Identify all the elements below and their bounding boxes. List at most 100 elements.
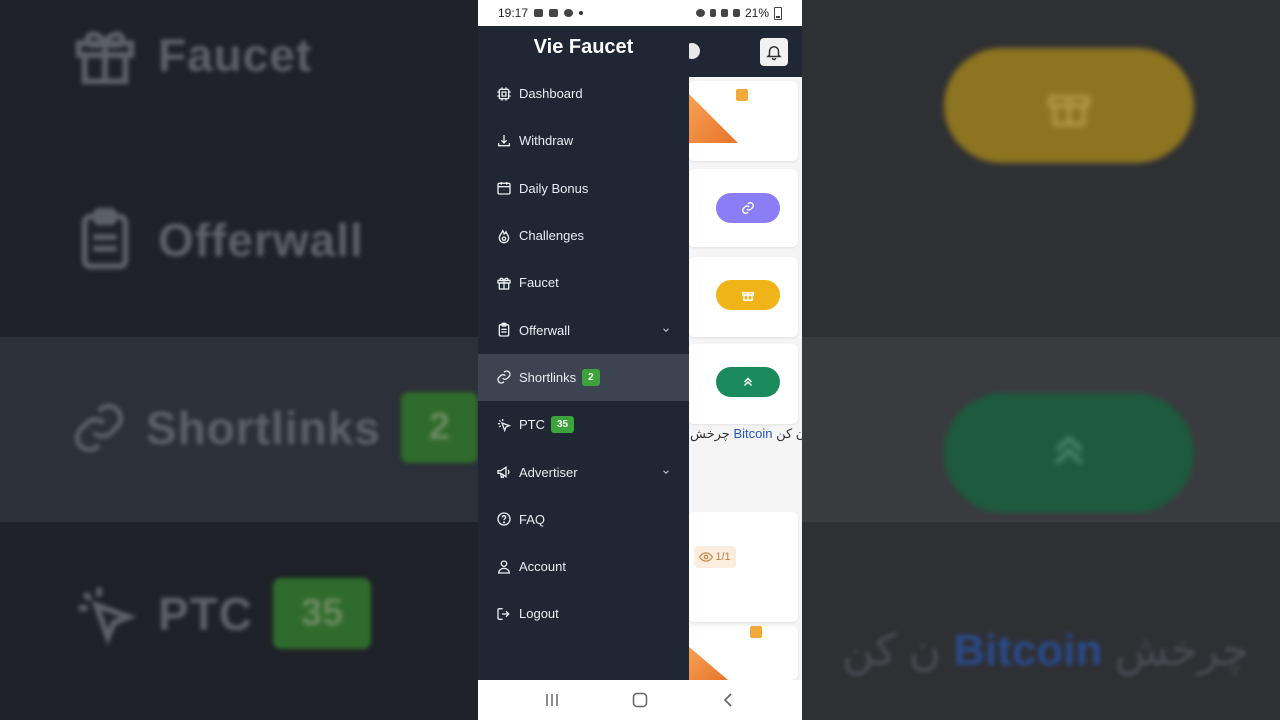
menu-item-withdraw[interactable]: Withdraw <box>478 117 689 164</box>
clipboard-icon <box>496 322 512 338</box>
home-button[interactable] <box>620 680 660 720</box>
drawer-menu: Dashboard Withdraw Daily Bonus Challenge… <box>478 70 689 638</box>
gift-icon <box>742 291 754 301</box>
banner-graphic <box>688 93 738 143</box>
menu-item-label: PTC <box>519 417 545 433</box>
cursor-click-icon <box>78 587 137 646</box>
clipboard-icon <box>81 207 129 270</box>
chevron-down-icon <box>663 470 669 475</box>
menu-item-faucet[interactable]: Faucet <box>478 259 689 306</box>
back-icon <box>723 693 732 707</box>
background-badge: 2 <box>400 392 478 463</box>
count-badge: 2 <box>582 368 600 386</box>
home-icon <box>632 692 648 708</box>
banner-flag-icon <box>750 626 762 638</box>
cursor-click-icon <box>496 417 512 433</box>
views-badge: 1/1 <box>694 546 736 568</box>
background-row-ptc: PTC 35 <box>0 578 478 649</box>
menu-item-shortlinks[interactable]: Shortlinks 2 <box>478 353 689 402</box>
background-label: Offerwall <box>158 214 364 266</box>
background-label: Shortlinks <box>145 401 381 454</box>
banner-card <box>688 81 798 161</box>
menu-item-label: Faucet <box>519 275 559 291</box>
fire-icon <box>496 228 512 244</box>
ptc-go-button[interactable] <box>716 367 780 397</box>
notifications-button[interactable] <box>760 38 788 66</box>
gift-icon <box>75 31 135 85</box>
shortlinks-go-button[interactable] <box>716 193 780 223</box>
signal-icon <box>732 9 740 17</box>
back-button[interactable] <box>708 680 748 720</box>
menu-item-label: Advertiser <box>519 464 578 480</box>
menu-item-label: Daily Bonus <box>519 180 589 196</box>
megaphone-icon <box>496 464 512 480</box>
recent-apps-icon <box>546 694 558 706</box>
status-bar: 19:17 21% <box>478 0 802 26</box>
menu-item-ptc[interactable]: PTC 35 <box>478 401 689 448</box>
background-ptc-pill <box>944 393 1194 513</box>
link-icon <box>742 202 754 214</box>
bitcoin-link[interactable]: Bitcoin <box>733 426 772 441</box>
wifi-icon <box>709 9 716 17</box>
background-right-text: ن کن Bitcoin چرخش <box>842 626 1250 675</box>
phone-screen: 19:17 21% چرخش Bitcoin ن کن 1/1 Vie Fauc… <box>478 0 802 720</box>
calendar-icon <box>496 180 512 196</box>
alarm-icon <box>695 9 705 17</box>
chevron-down-icon <box>663 328 669 333</box>
question-icon <box>496 511 512 527</box>
menu-item-faq[interactable]: FAQ <box>478 496 689 543</box>
battery-icon <box>774 6 782 20</box>
menu-item-advertiser[interactable]: Advertiser <box>478 448 689 495</box>
menu-item-logout[interactable]: Logout <box>478 590 689 637</box>
menu-item-label: Offerwall <box>519 322 571 338</box>
background-row-shortlinks: Shortlinks 2 <box>0 392 478 463</box>
chevrons-up-icon <box>743 377 753 387</box>
background-left: Faucet Offerwall Shortlinks 2 PTC 35 <box>0 0 478 720</box>
gift-icon <box>1048 95 1090 127</box>
status-time: 19:17 <box>498 6 529 20</box>
navigation-drawer: Vie Faucet Dashboard Withdraw Daily Bonu… <box>478 26 689 680</box>
battery-percent: 21% <box>744 6 769 20</box>
banner-graphic <box>688 646 728 680</box>
banner-flag-icon <box>736 89 748 101</box>
menu-item-label: Withdraw <box>519 133 574 149</box>
menu-item-label: Dashboard <box>519 86 583 102</box>
faucet-go-button[interactable] <box>716 280 780 310</box>
menu-item-label: Shortlinks <box>519 369 577 385</box>
background-label: PTC <box>158 587 253 640</box>
background-gift-pill <box>944 48 1194 163</box>
faucet-description-text: چرخش Bitcoin ن کن <box>690 426 802 441</box>
menu-item-label: Challenges <box>519 228 585 244</box>
download-icon <box>496 133 512 149</box>
bottom-banner-card <box>688 626 798 680</box>
gift-icon <box>496 275 512 291</box>
eye-icon <box>699 552 714 562</box>
brand-title: Vie Faucet <box>533 36 634 58</box>
menu-item-label: Logout <box>519 606 559 622</box>
logout-icon <box>496 606 512 622</box>
video-icon <box>534 9 544 17</box>
background-right: ن کن Bitcoin چرخش <box>802 0 1280 720</box>
user-icon <box>496 559 512 575</box>
menu-item-label: FAQ <box>519 511 546 527</box>
menu-item-challenges[interactable]: Challenges <box>478 212 689 259</box>
recent-apps-button[interactable] <box>532 680 572 720</box>
app-icon <box>564 9 574 17</box>
menu-item-account[interactable]: Account <box>478 543 689 590</box>
menu-item-daily-bonus[interactable]: Daily Bonus <box>478 165 689 212</box>
system-navigation-bar <box>478 680 802 720</box>
count-badge: 35 <box>551 416 575 434</box>
notification-dot-icon <box>579 11 584 15</box>
chip-icon <box>496 86 512 102</box>
menu-item-dashboard[interactable]: Dashboard <box>478 70 689 117</box>
chevrons-up-icon <box>1055 435 1083 465</box>
bell-icon <box>766 46 782 61</box>
link-icon <box>496 369 512 385</box>
background-label: Faucet <box>158 29 313 81</box>
signal-icon <box>720 9 728 17</box>
cast-icon <box>549 9 559 17</box>
menu-item-label: Account <box>519 559 566 575</box>
background-badge: 35 <box>273 578 372 649</box>
link-icon <box>74 403 124 452</box>
menu-item-offerwall[interactable]: Offerwall <box>478 306 689 353</box>
